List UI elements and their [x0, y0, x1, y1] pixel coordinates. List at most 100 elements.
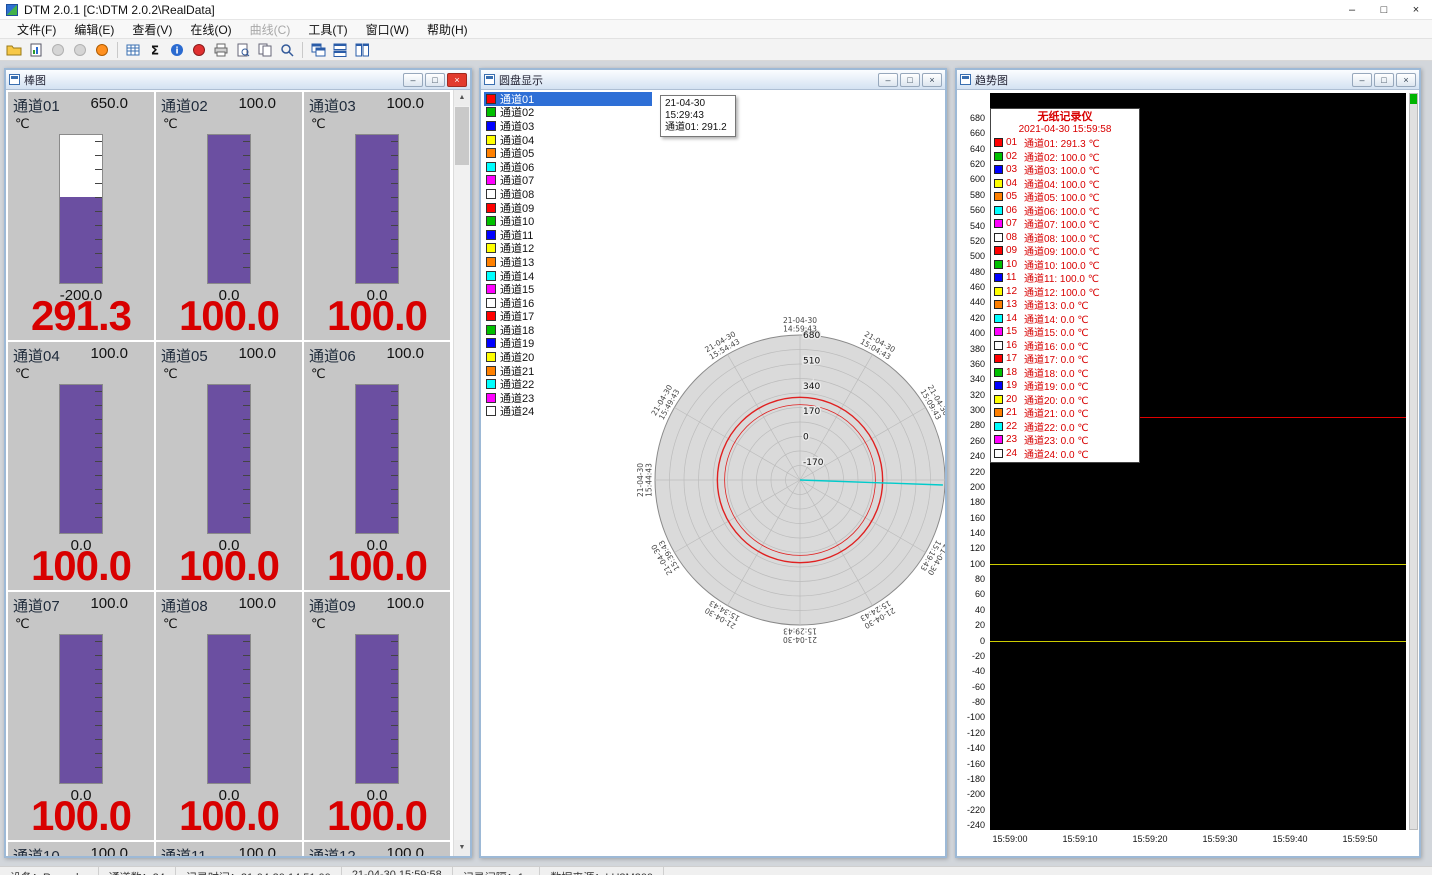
- trend-restore-button[interactable]: □: [1374, 73, 1394, 87]
- export-icon[interactable]: [26, 40, 46, 60]
- x-tick-label: 15:59:00: [985, 834, 1035, 844]
- disc-close-button[interactable]: ×: [922, 73, 942, 87]
- search-icon[interactable]: [277, 40, 297, 60]
- sigma-statistics-icon[interactable]: Σ: [145, 40, 165, 60]
- channel-value: 100.0: [156, 542, 302, 590]
- menu-查看(V)[interactable]: 查看(V): [123, 19, 181, 40]
- bar-window-titlebar[interactable]: 棒图 – □ ×: [6, 70, 470, 90]
- menu-工具(T)[interactable]: 工具(T): [299, 19, 356, 40]
- y-tick-label: -220: [957, 805, 985, 815]
- legend-color-swatch: [994, 246, 1003, 255]
- trend-plot[interactable]: 无纸记录仪2021-04-30 15:59:5801通道01: 291.3 ℃0…: [990, 93, 1406, 830]
- channel-name: 通道03: [309, 95, 356, 116]
- legend-entry: 04通道04: 100.0 ℃: [991, 177, 1139, 191]
- statusbar: 设备：Record...通道数：24记录时间：21-04-30 14:51:00…: [0, 866, 1432, 875]
- range-max-label: 100.0: [64, 845, 128, 856]
- menu-文件(F)[interactable]: 文件(F): [8, 19, 65, 40]
- legend-color-swatch: [994, 300, 1003, 309]
- menu-窗口(W)[interactable]: 窗口(W): [357, 19, 418, 40]
- scroll-down-icon[interactable]: ▼: [454, 840, 470, 856]
- legend-entry: 03通道03: 100.0 ℃: [991, 163, 1139, 177]
- disc-window-title: 圆盘显示: [499, 72, 543, 88]
- channel-value: 100.0: [156, 792, 302, 840]
- y-tick-label: 120: [957, 543, 985, 553]
- disc-minimize-button[interactable]: –: [878, 73, 898, 87]
- disc-window-titlebar[interactable]: 圆盘显示 – □ ×: [481, 70, 945, 90]
- menu-帮助(H)[interactable]: 帮助(H): [418, 19, 477, 40]
- bar-close-button[interactable]: ×: [447, 73, 467, 87]
- gauge-tick-marks: [391, 387, 398, 531]
- svg-text:Σ: Σ: [151, 43, 159, 57]
- channel-color-swatch: [486, 216, 496, 226]
- legend-entry: 07通道07: 100.0 ℃: [991, 217, 1139, 231]
- print-preview-icon[interactable]: [233, 40, 253, 60]
- menu-编辑(E)[interactable]: 编辑(E): [65, 19, 123, 40]
- trend-scrollbar[interactable]: [1409, 93, 1418, 830]
- bar-minimize-button[interactable]: –: [403, 73, 423, 87]
- minimize-button[interactable]: –: [1336, 0, 1368, 19]
- toolbar: Σ i: [0, 39, 1432, 61]
- record-icon[interactable]: [92, 40, 112, 60]
- disconnect-disabled-icon: [70, 40, 90, 60]
- polar-chart[interactable]: 6805103401700-17021-04-3014:59:4321-04-3…: [620, 300, 945, 660]
- legend-color-swatch: [994, 219, 1003, 228]
- bar-cell-通道06: 通道06100.0℃0.0100.0: [304, 342, 450, 590]
- legend-color-swatch: [994, 381, 1003, 390]
- legend-channel-number: 21: [1006, 407, 1021, 418]
- legend-entry: 15通道15: 0.0 ℃: [991, 325, 1139, 339]
- y-tick-label: 80: [957, 574, 985, 584]
- legend-channel-number: 08: [1006, 232, 1021, 243]
- trend-close-button[interactable]: ×: [1396, 73, 1416, 87]
- bar-restore-button[interactable]: □: [425, 73, 445, 87]
- channel-color-swatch: [486, 135, 496, 145]
- legend-color-swatch: [994, 206, 1003, 215]
- scrollbar-thumb[interactable]: [455, 107, 469, 165]
- y-tick-label: 440: [957, 297, 985, 307]
- open-icon[interactable]: [4, 40, 24, 60]
- svg-text:i: i: [175, 46, 178, 56]
- y-tick-label: 320: [957, 390, 985, 400]
- disc-restore-button[interactable]: □: [900, 73, 920, 87]
- y-tick-label: 180: [957, 497, 985, 507]
- legend-channel-number: 11: [1006, 272, 1021, 283]
- x-tick-label: 15:59:40: [1265, 834, 1315, 844]
- close-button[interactable]: ×: [1400, 0, 1432, 19]
- cascade-windows-icon[interactable]: [308, 40, 328, 60]
- caption-buttons: – □ ×: [1336, 0, 1432, 19]
- alarm-icon[interactable]: [189, 40, 209, 60]
- trend-x-axis: 15:59:0015:59:1015:59:2015:59:3015:59:40…: [990, 834, 1419, 846]
- data-table-icon[interactable]: [123, 40, 143, 60]
- bar-cell-通道03: 通道03100.0℃0.0100.0: [304, 92, 450, 340]
- legend-entry: 17通道17: 0.0 ℃: [991, 352, 1139, 366]
- range-max-label: 100.0: [360, 345, 424, 362]
- radial-axis-label: -170: [803, 458, 824, 468]
- copy-icon[interactable]: [255, 40, 275, 60]
- info-icon[interactable]: i: [167, 40, 187, 60]
- channel-color-swatch: [486, 203, 496, 213]
- y-tick-label: 360: [957, 359, 985, 369]
- mdi-workspace: 棒图 – □ × 通道01650.0℃-200.0291.3通道02100.0℃…: [0, 61, 1432, 866]
- trend-minimize-button[interactable]: –: [1352, 73, 1372, 87]
- gauge-tick-marks: [391, 137, 398, 281]
- tile-vertical-icon[interactable]: [352, 40, 372, 60]
- trend-scrollbar-thumb[interactable]: [1410, 94, 1417, 104]
- y-tick-label: -100: [957, 712, 985, 722]
- channel-value: 100.0: [304, 792, 450, 840]
- bar-scrollbar[interactable]: ▲ ▼: [453, 90, 470, 856]
- scroll-up-icon[interactable]: ▲: [454, 90, 470, 106]
- tile-horizontal-icon[interactable]: [330, 40, 350, 60]
- x-tick-label: 15:59:50: [1335, 834, 1385, 844]
- channel-name: 通道02: [161, 95, 208, 116]
- y-tick-label: 40: [957, 605, 985, 615]
- range-max-label: 100.0: [360, 845, 424, 856]
- menu-在线(O)[interactable]: 在线(O): [181, 19, 240, 40]
- bar-graph-window: 棒图 – □ × 通道01650.0℃-200.0291.3通道02100.0℃…: [4, 68, 472, 858]
- y-tick-label: 240: [957, 451, 985, 461]
- menu-曲线(C)[interactable]: 曲线(C): [241, 19, 300, 40]
- restore-button[interactable]: □: [1368, 0, 1400, 19]
- y-tick-label: 100: [957, 559, 985, 569]
- print-icon[interactable]: [211, 40, 231, 60]
- trend-window-titlebar[interactable]: 趋势图 – □ ×: [957, 70, 1419, 90]
- y-tick-label: 520: [957, 236, 985, 246]
- legend-title: 无纸记录仪: [991, 110, 1139, 124]
